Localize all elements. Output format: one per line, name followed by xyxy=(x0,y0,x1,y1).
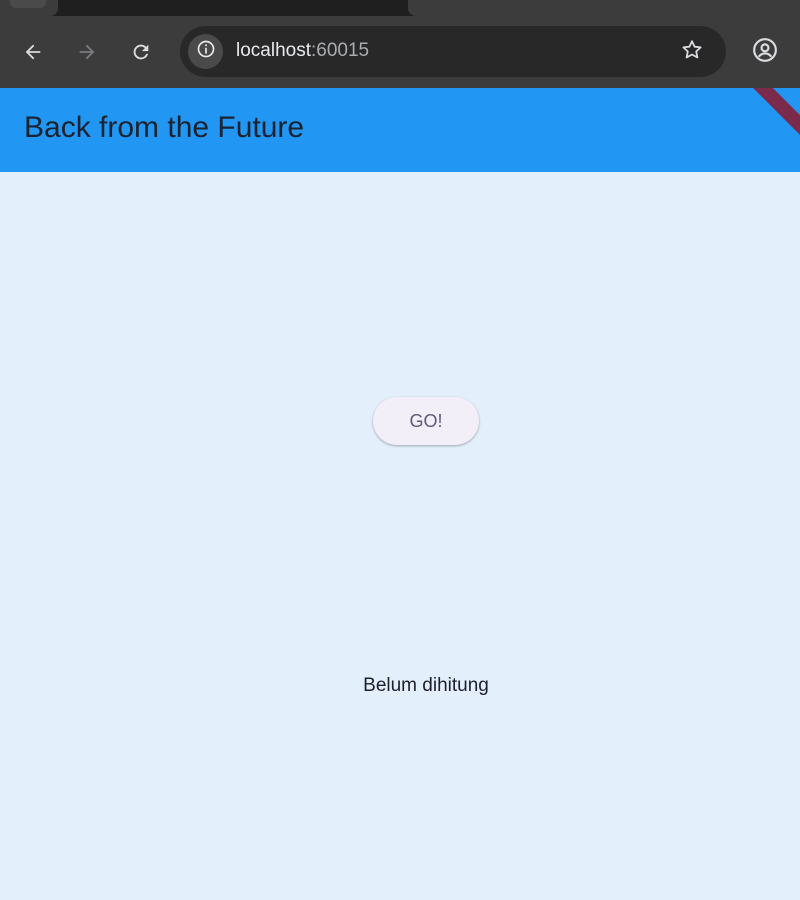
app-bar: Back from the Future xyxy=(0,88,800,172)
debug-banner xyxy=(727,88,800,162)
site-info-button[interactable] xyxy=(188,34,223,69)
profile-button[interactable] xyxy=(747,34,783,70)
browser-window: localhost:60015 Back from the Future GO!… xyxy=(0,0,800,900)
back-button[interactable] xyxy=(15,34,51,70)
browser-tab[interactable] xyxy=(0,0,58,16)
arrow-left-icon xyxy=(22,41,44,63)
app-body: GO! Belum dihitung xyxy=(0,172,800,900)
tab-edge xyxy=(10,0,46,8)
page-title: Back from the Future xyxy=(24,111,305,144)
result-text: Belum dihitung xyxy=(363,675,489,696)
go-button[interactable]: GO! xyxy=(373,397,479,445)
star-icon xyxy=(680,38,704,67)
tab-strip-area xyxy=(408,0,800,16)
forward-button[interactable] xyxy=(69,34,105,70)
tab-strip xyxy=(0,0,800,16)
address-bar[interactable]: localhost:60015 xyxy=(180,26,726,77)
url-port: :60015 xyxy=(311,40,370,61)
info-icon xyxy=(196,39,216,64)
browser-toolbar: localhost:60015 xyxy=(0,16,800,88)
account-circle-icon xyxy=(752,37,778,68)
url-text[interactable]: localhost:60015 xyxy=(236,40,369,62)
url-host: localhost xyxy=(236,40,311,61)
reload-icon xyxy=(130,41,152,63)
reload-button[interactable] xyxy=(123,34,159,70)
arrow-right-icon xyxy=(76,41,98,63)
bookmark-button[interactable] xyxy=(678,38,706,66)
